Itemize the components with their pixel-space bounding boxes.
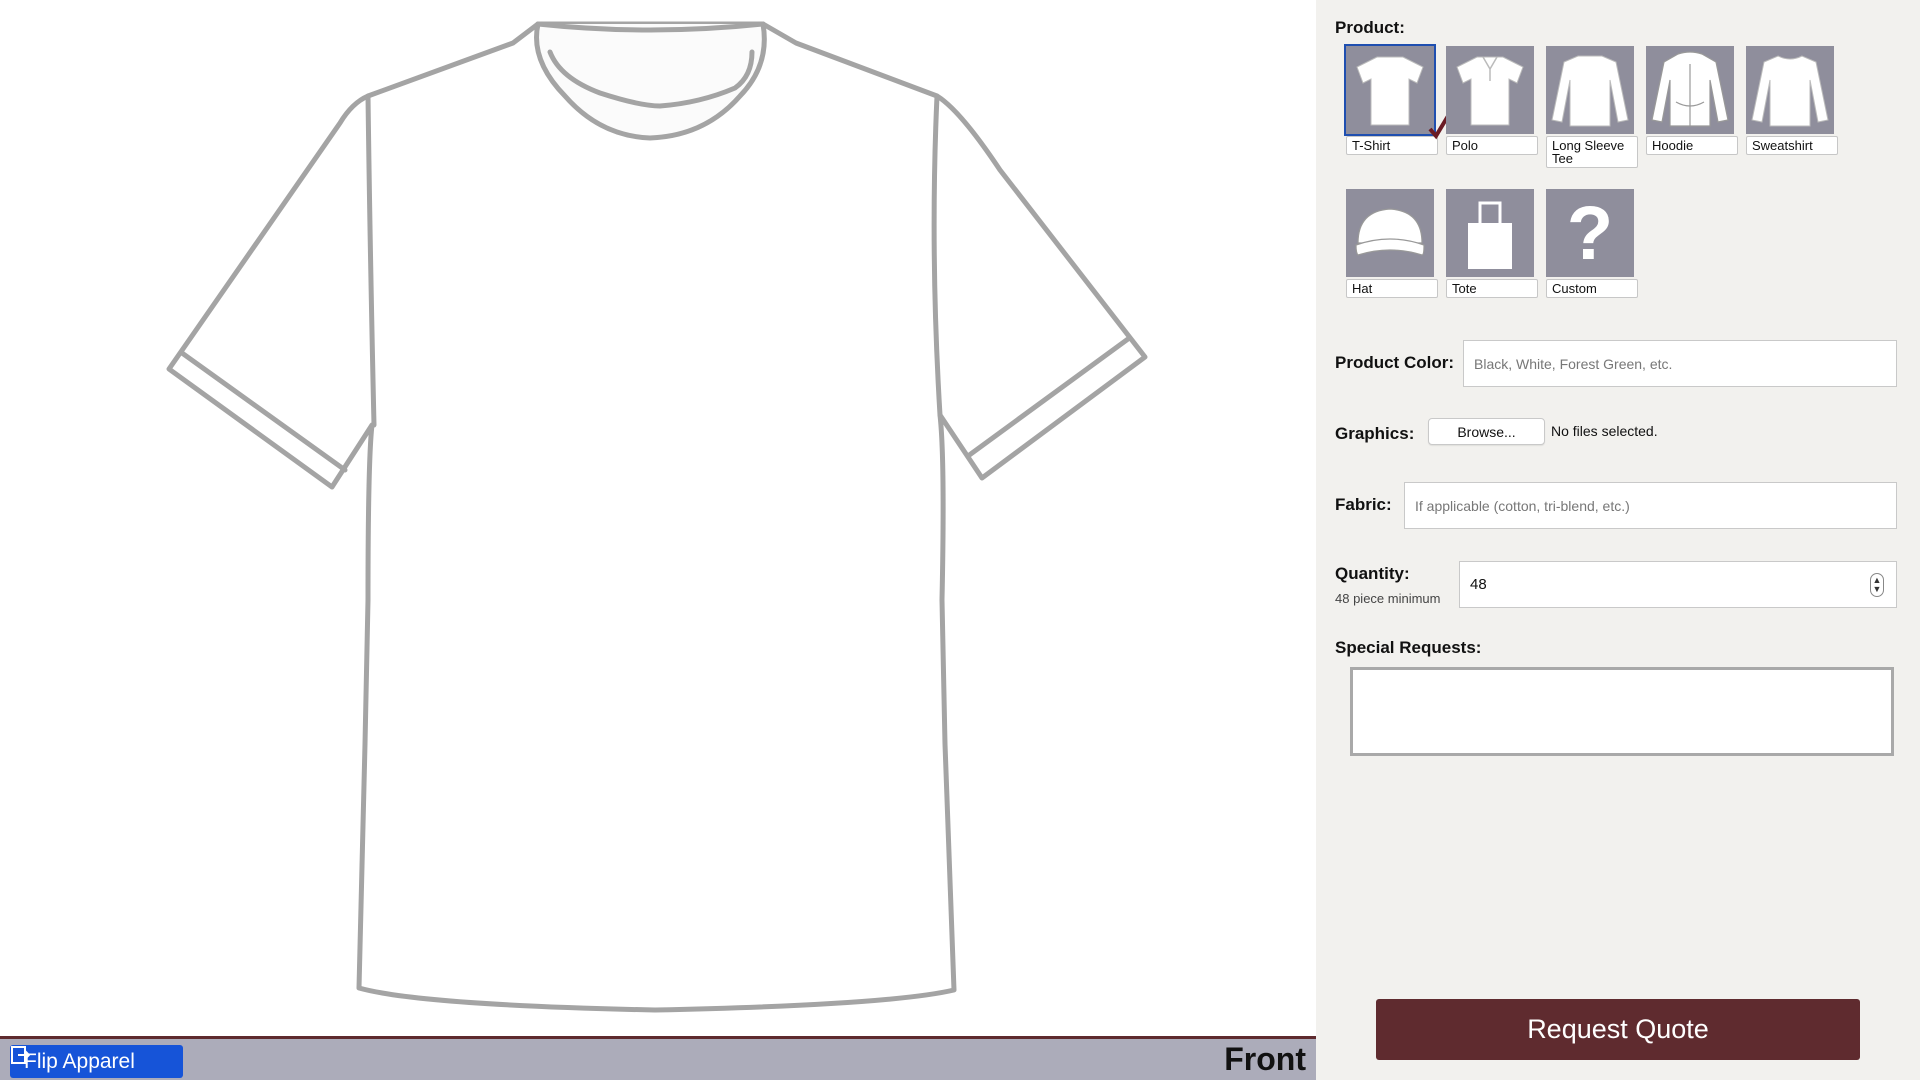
hoodie-icon: [1646, 46, 1734, 134]
tote-icon: [1446, 189, 1534, 277]
view-side-label: Front: [1224, 1041, 1306, 1077]
product-name: Hoodie: [1646, 136, 1738, 155]
polo-icon: [1446, 46, 1534, 134]
product-tile-long-sleeve[interactable]: Long Sleeve Tee: [1546, 46, 1638, 168]
browse-button[interactable]: Browse...: [1428, 418, 1545, 445]
product-tile-tote[interactable]: Tote: [1446, 189, 1538, 298]
file-status-text: No files selected.: [1551, 423, 1658, 439]
product-tile-custom[interactable]: ? Custom: [1546, 189, 1638, 298]
product-name: Hat: [1346, 279, 1438, 298]
fabric-input[interactable]: If applicable (cotton, tri-blend, etc.): [1404, 482, 1897, 529]
tshirt-outline-image: [166, 21, 1148, 1013]
flip-apparel-label: Flip Apparel: [24, 1049, 135, 1073]
special-requests-textarea[interactable]: [1350, 667, 1894, 756]
quantity-hint: 48 piece minimum: [1335, 591, 1441, 606]
product-name: T-Shirt: [1346, 136, 1438, 155]
apparel-canvas: Flip Apparel Front: [0, 0, 1316, 1080]
product-tile-polo[interactable]: Polo: [1446, 46, 1538, 155]
hat-icon: [1346, 189, 1434, 277]
product-tile-sweatshirt[interactable]: Sweatshirt: [1746, 46, 1838, 155]
tshirt-icon: [1344, 44, 1436, 136]
product-tile-tshirt[interactable]: T-Shirt: [1344, 44, 1450, 155]
flip-apparel-button[interactable]: Flip Apparel: [10, 1045, 183, 1078]
product-name: Polo: [1446, 136, 1538, 155]
product-color-label: Product Color:: [1335, 353, 1454, 372]
product-name: Tote: [1446, 279, 1538, 298]
product-label: Product:: [1335, 18, 1405, 37]
options-panel: Product: T-Shirt Polo Long Sleeve Tee Ho…: [1316, 0, 1920, 1080]
sweatshirt-icon: [1746, 46, 1834, 134]
quantity-value: 48: [1470, 576, 1487, 593]
graphics-label: Graphics:: [1335, 424, 1415, 443]
product-name: Sweatshirt: [1746, 136, 1838, 155]
fabric-label: Fabric:: [1335, 495, 1392, 514]
quantity-label: Quantity:: [1335, 564, 1410, 583]
product-color-input[interactable]: Black, White, Forest Green, etc.: [1463, 340, 1897, 387]
product-name: Custom: [1546, 279, 1638, 298]
special-requests-label: Special Requests:: [1335, 638, 1482, 657]
spinner-arrows-icon[interactable]: ▲ ▼: [1870, 573, 1884, 597]
request-quote-button[interactable]: Request Quote: [1376, 999, 1860, 1060]
product-tile-hoodie[interactable]: Hoodie: [1646, 46, 1738, 155]
product-tile-hat[interactable]: Hat: [1346, 189, 1438, 298]
view-bar: Flip Apparel Front: [0, 1036, 1316, 1080]
quantity-stepper[interactable]: 48 ▲ ▼: [1459, 561, 1897, 608]
question-mark-icon: ?: [1546, 189, 1634, 277]
product-name: Long Sleeve Tee: [1546, 136, 1638, 168]
long-sleeve-icon: [1546, 46, 1634, 134]
app: Flip Apparel Front Product: T-Shirt Polo…: [0, 0, 1920, 1080]
flip-icon: [11, 1046, 169, 1072]
